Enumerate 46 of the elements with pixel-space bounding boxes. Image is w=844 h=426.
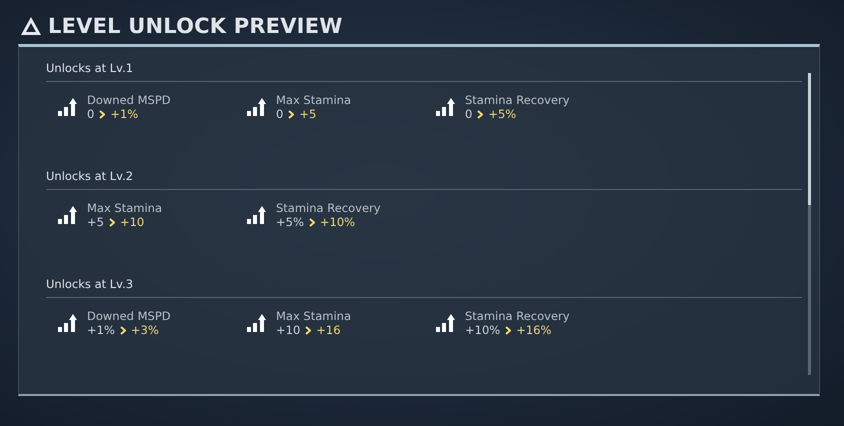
current-value: +5%	[276, 215, 304, 229]
chevron-icon	[288, 110, 294, 118]
scrollbar-thumb[interactable]	[808, 73, 811, 205]
chevron-icon	[99, 110, 106, 118]
stat-up-icon	[435, 97, 457, 117]
current-value: +5	[87, 215, 104, 229]
stat-up-icon	[57, 205, 79, 225]
current-value: 0	[276, 107, 284, 121]
stat-name: Downed MSPD	[87, 93, 171, 107]
stat-name: Stamina Recovery	[276, 201, 381, 215]
new-value: +16%	[516, 323, 552, 337]
stat-up-icon	[57, 97, 79, 117]
section-heading: Unlocks at Lv.3	[46, 277, 802, 298]
new-value: +1%	[110, 107, 138, 121]
logo-icon	[20, 16, 42, 36]
new-value: +16	[316, 323, 341, 337]
current-value: +1%	[87, 323, 115, 337]
stat-name: Max Stamina	[87, 201, 162, 215]
new-value: +10	[120, 215, 144, 229]
current-value: 0	[465, 107, 472, 121]
chevron-icon	[477, 110, 484, 118]
stat-name: Stamina Recovery	[465, 309, 570, 323]
page-title: LEVEL UNLOCK PREVIEW	[48, 14, 343, 38]
chevron-icon	[305, 326, 312, 334]
section-heading: Unlocks at Lv.2	[46, 169, 802, 190]
section-heading: Unlocks at Lv.1	[46, 61, 802, 82]
stat-up-icon	[246, 313, 268, 333]
stat-name: Downed MSPD	[87, 309, 171, 323]
chevron-icon	[120, 326, 126, 334]
new-value: +5%	[488, 107, 516, 121]
new-value: +3%	[130, 323, 159, 337]
stat-name: Max Stamina	[276, 309, 352, 323]
stat-up-icon	[246, 205, 268, 225]
stat-up-icon	[435, 313, 457, 333]
current-value: +10	[276, 323, 300, 337]
stat-up-icon	[246, 97, 268, 117]
stat-up-icon	[57, 313, 79, 333]
chevron-icon	[505, 326, 512, 334]
stat-name: Stamina Recovery	[465, 93, 570, 107]
stat-name: Max Stamina	[276, 93, 352, 107]
current-value: 0	[87, 107, 94, 121]
chevron-icon	[308, 218, 315, 226]
new-value: +10%	[320, 215, 356, 229]
chevron-icon	[108, 218, 115, 226]
current-value: +10%	[465, 323, 500, 337]
new-value: +5	[299, 107, 316, 121]
